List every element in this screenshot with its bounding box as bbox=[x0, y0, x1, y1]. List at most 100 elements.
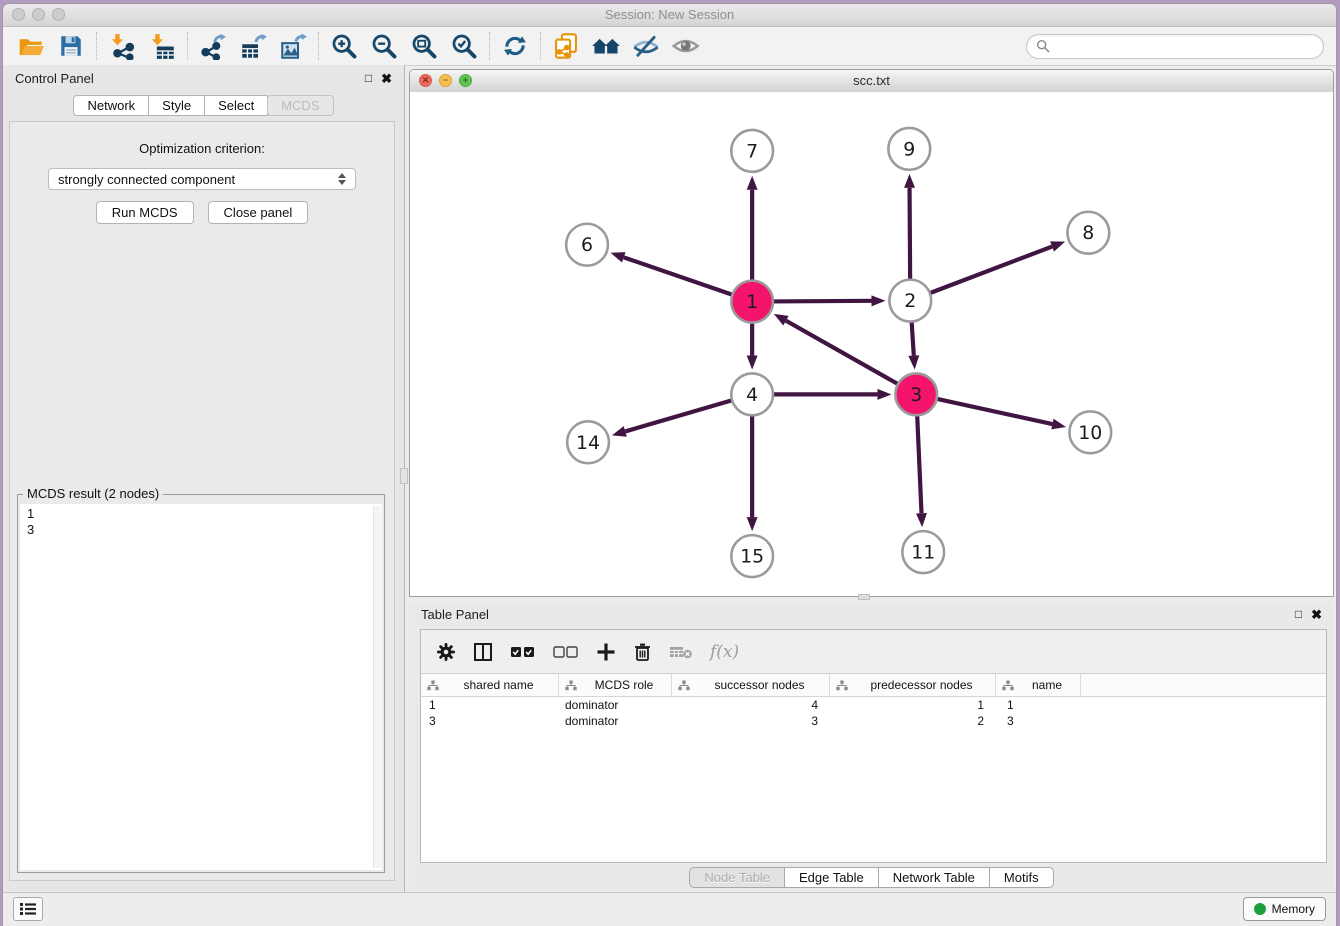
run-mcds-button[interactable]: Run MCDS bbox=[96, 201, 194, 224]
memory-label: Memory bbox=[1272, 902, 1315, 916]
graph-edge-1-2[interactable] bbox=[773, 295, 885, 306]
graph-edge-2-8[interactable] bbox=[930, 241, 1065, 293]
export-table-button[interactable] bbox=[233, 30, 273, 62]
import-table-button[interactable] bbox=[142, 30, 182, 62]
graph-edge-3-1[interactable] bbox=[774, 314, 898, 384]
graph-node-4[interactable]: 4 bbox=[731, 373, 773, 415]
float-panel-icon[interactable]: □ bbox=[365, 72, 372, 84]
zoom-fit-button[interactable] bbox=[404, 30, 444, 62]
search-input[interactable] bbox=[1056, 38, 1314, 55]
export-table-icon bbox=[240, 33, 267, 60]
tab-node-table[interactable]: Node Table bbox=[689, 867, 785, 888]
svg-text:8: 8 bbox=[1082, 222, 1094, 244]
status-bar: Memory bbox=[3, 892, 1336, 926]
graph-edge-4-14[interactable] bbox=[612, 400, 732, 436]
export-image-button[interactable] bbox=[273, 30, 313, 62]
refresh-view-button[interactable] bbox=[495, 30, 535, 62]
float-table-panel-icon[interactable]: □ bbox=[1295, 608, 1302, 620]
toolbar-separator bbox=[96, 32, 97, 60]
hide-selected-button[interactable] bbox=[626, 30, 666, 62]
table-row[interactable]: 1dominator411 bbox=[421, 697, 1326, 713]
column-header-successor-nodes[interactable]: successor nodes bbox=[672, 674, 830, 696]
first-neighbors-button[interactable] bbox=[586, 30, 626, 62]
vertical-splitter-handle[interactable] bbox=[400, 468, 408, 484]
zoom-in-button[interactable] bbox=[324, 30, 364, 62]
graph-node-14[interactable]: 14 bbox=[567, 421, 609, 463]
task-history-button[interactable] bbox=[13, 897, 43, 921]
select-all-icon[interactable] bbox=[510, 644, 536, 660]
import-network-icon bbox=[109, 33, 136, 60]
graph-node-10[interactable]: 10 bbox=[1069, 411, 1111, 453]
column-header-predecessor-nodes[interactable]: predecessor nodes bbox=[830, 674, 996, 696]
tab-network[interactable]: Network bbox=[73, 95, 149, 116]
graph-edge-3-11[interactable] bbox=[916, 415, 927, 527]
result-scrollbar[interactable] bbox=[373, 506, 381, 868]
close-table-panel-icon[interactable]: ✖ bbox=[1311, 608, 1322, 621]
refresh-icon bbox=[501, 32, 529, 60]
zoom-fit-icon bbox=[410, 32, 438, 60]
network-window-title: scc.txt bbox=[410, 73, 1333, 88]
graph-edge-3-10[interactable] bbox=[937, 399, 1066, 430]
column-settings-gear-icon[interactable] bbox=[436, 642, 456, 662]
table-row[interactable]: 3dominator323 bbox=[421, 713, 1326, 729]
delete-row-trash-icon[interactable] bbox=[633, 642, 652, 662]
zoom-out-button[interactable] bbox=[364, 30, 404, 62]
mcds-result-line: 3 bbox=[20, 522, 382, 538]
zoom-selected-button[interactable] bbox=[444, 30, 484, 62]
save-session-button[interactable] bbox=[51, 30, 91, 62]
show-all-button[interactable] bbox=[666, 30, 706, 62]
toolbar-separator bbox=[318, 32, 319, 60]
add-row-plus-icon[interactable] bbox=[596, 642, 616, 662]
optimization-criterion-select[interactable]: strongly connected component bbox=[48, 168, 356, 190]
export-image-icon bbox=[280, 33, 307, 60]
right-area: ✕ − + scc.txt 7968124314101511 Table Pan… bbox=[406, 65, 1336, 893]
tab-select[interactable]: Select bbox=[204, 95, 268, 116]
table-cell: dominator bbox=[559, 697, 672, 713]
tab-mcds[interactable]: MCDS bbox=[267, 95, 333, 116]
network-graph[interactable]: 7 9 6 8 1 2 4 3 14 10 15 11 bbox=[410, 92, 1333, 596]
close-panel-button[interactable]: Close panel bbox=[208, 201, 309, 224]
graph-node-8[interactable]: 8 bbox=[1067, 212, 1109, 254]
graph-edge-1-6[interactable] bbox=[611, 252, 733, 295]
graph-edge-1-4[interactable] bbox=[747, 323, 758, 370]
mcds-result-title: MCDS result (2 nodes) bbox=[23, 486, 163, 501]
graph-edge-1-7[interactable] bbox=[747, 176, 758, 281]
column-header-name[interactable]: name bbox=[996, 674, 1081, 696]
graph-edge-2-9[interactable] bbox=[904, 174, 915, 280]
tab-network-table[interactable]: Network Table bbox=[878, 867, 990, 888]
column-header-MCDS-role[interactable]: MCDS role bbox=[559, 674, 672, 696]
two-houses-icon bbox=[591, 33, 621, 59]
graph-node-6[interactable]: 6 bbox=[566, 224, 608, 266]
close-panel-icon[interactable]: ✖ bbox=[381, 72, 392, 85]
graph-node-11[interactable]: 11 bbox=[902, 531, 944, 573]
import-network-button[interactable] bbox=[102, 30, 142, 62]
graph-node-2[interactable]: 2 bbox=[889, 280, 931, 322]
delete-table-icon bbox=[669, 644, 693, 660]
mcds-panel: Optimization criterion: strongly connect… bbox=[9, 121, 395, 881]
column-header-shared-name[interactable]: shared name bbox=[421, 674, 559, 696]
deselect-all-icon[interactable] bbox=[553, 644, 579, 660]
column-sort-icon bbox=[1002, 680, 1014, 691]
graph-node-3[interactable]: 3 bbox=[895, 373, 937, 415]
graph-node-7[interactable]: 7 bbox=[731, 130, 773, 172]
tab-style[interactable]: Style bbox=[148, 95, 205, 116]
table-toolbar: f(x) bbox=[421, 630, 1326, 674]
graph-edge-2-3[interactable] bbox=[908, 322, 919, 370]
select-spinner-icon bbox=[338, 173, 346, 185]
export-network-button[interactable] bbox=[193, 30, 233, 62]
open-session-button[interactable] bbox=[11, 30, 51, 62]
graph-node-15[interactable]: 15 bbox=[731, 535, 773, 577]
horizontal-splitter-handle[interactable] bbox=[858, 594, 870, 600]
graph-node-9[interactable]: 9 bbox=[888, 128, 930, 170]
column-sort-icon bbox=[427, 680, 439, 691]
graph-edge-4-3[interactable] bbox=[773, 389, 891, 400]
clone-network-button[interactable] bbox=[546, 30, 586, 62]
network-canvas[interactable]: 7 9 6 8 1 2 4 3 14 10 15 11 bbox=[410, 92, 1333, 596]
tab-motifs[interactable]: Motifs bbox=[989, 867, 1054, 888]
tab-edge-table[interactable]: Edge Table bbox=[784, 867, 879, 888]
graph-edge-4-15[interactable] bbox=[747, 415, 758, 531]
memory-button[interactable]: Memory bbox=[1243, 897, 1326, 921]
toggle-panel-icon[interactable] bbox=[473, 642, 493, 662]
clone-network-icon bbox=[552, 32, 580, 60]
graph-node-1[interactable]: 1 bbox=[731, 281, 773, 323]
